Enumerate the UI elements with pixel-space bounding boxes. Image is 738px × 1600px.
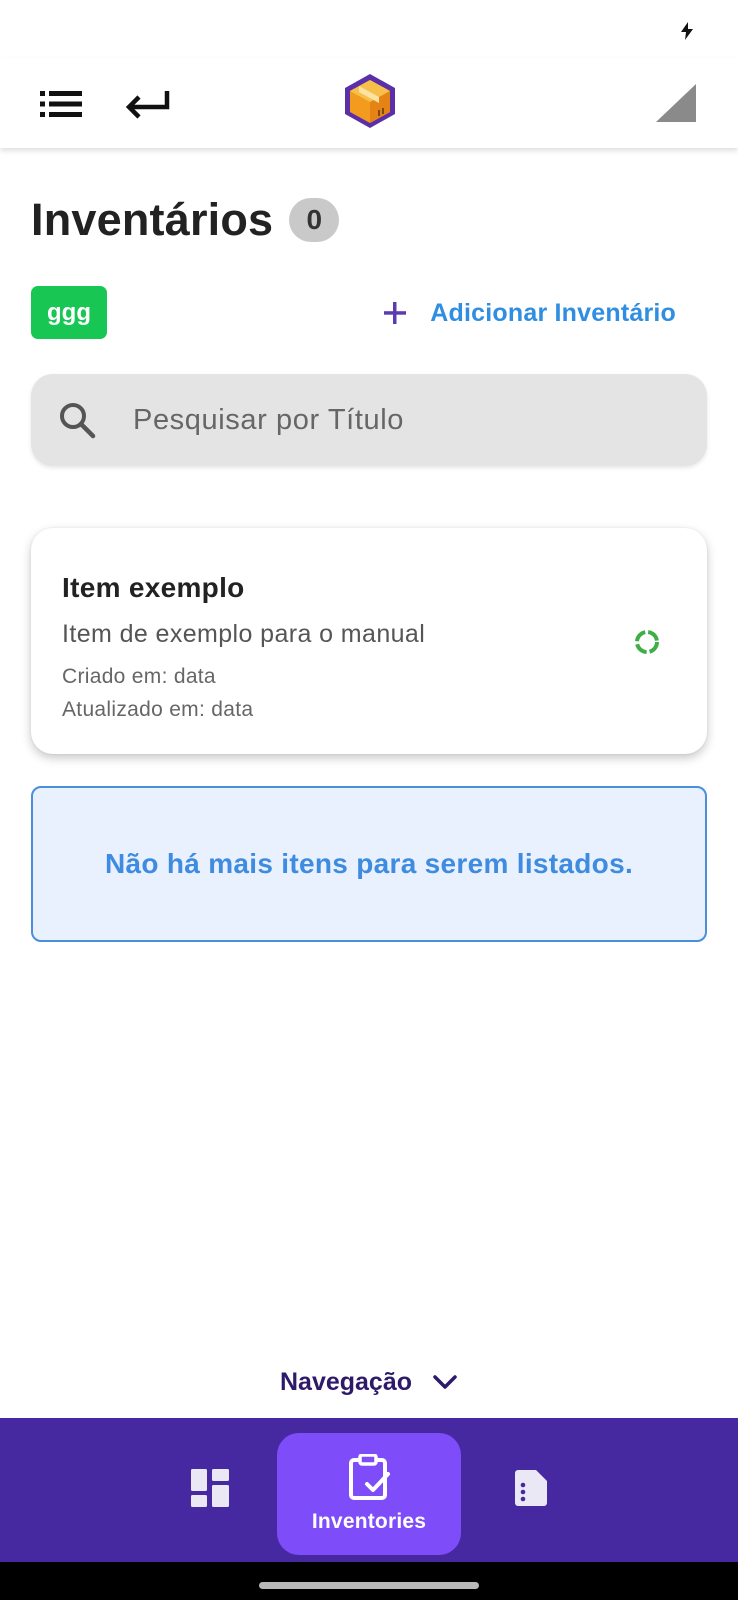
list-menu-icon xyxy=(40,91,82,117)
search-bar xyxy=(31,374,707,466)
add-inventory-label: Adicionar Inventário xyxy=(430,298,676,327)
charging-bolt-icon xyxy=(681,22,693,40)
back-button[interactable] xyxy=(122,80,174,128)
page-header: Inventários 0 xyxy=(31,190,340,250)
inventory-updated-date: Atualizado em: data xyxy=(62,698,254,721)
document-icon xyxy=(515,1470,547,1506)
search-icon xyxy=(60,403,96,439)
search-input[interactable] xyxy=(133,403,693,437)
page-title: Inventários xyxy=(31,194,274,245)
nav-item-documents[interactable] xyxy=(504,1462,556,1514)
add-inventory-button[interactable]: Adicionar Inventário xyxy=(380,290,676,336)
clipboard-check-icon xyxy=(349,1454,390,1500)
inventory-created-date: Criado em: data xyxy=(62,665,216,688)
empty-list-notice: Não há mais itens para serem listados. xyxy=(31,786,707,942)
status-bar xyxy=(0,0,738,58)
plus-icon xyxy=(384,302,407,324)
home-gesture-handle[interactable] xyxy=(259,1582,479,1589)
tag-chip[interactable]: ggg xyxy=(31,286,107,339)
inventory-title: Item exemplo xyxy=(62,572,245,603)
empty-list-message: Não há mais itens para serem listados. xyxy=(104,848,634,879)
inventory-card[interactable]: Item exemplo Item de exemplo para o manu… xyxy=(31,528,707,754)
return-arrow-icon xyxy=(125,91,170,119)
navigation-toggle[interactable]: Navegação xyxy=(0,1362,738,1402)
inventory-description: Item de exemplo para o manual xyxy=(62,620,426,648)
chevron-down-icon xyxy=(433,1375,457,1389)
loading-circle-icon xyxy=(635,630,659,654)
bottom-navigation: Inventories xyxy=(0,1418,738,1562)
navigation-toggle-label: Navegação xyxy=(279,1367,413,1396)
cell-signal-icon xyxy=(656,84,696,122)
nav-item-inventories[interactable]: Inventories xyxy=(277,1433,461,1555)
app-bar xyxy=(0,58,738,148)
nav-item-dashboard[interactable] xyxy=(184,1462,236,1514)
system-navigation-bar xyxy=(0,1562,738,1600)
menu-button[interactable] xyxy=(38,80,86,128)
dashboard-icon xyxy=(191,1469,229,1507)
nav-item-inventories-label: Inventories xyxy=(311,1510,427,1533)
package-box-logo xyxy=(345,74,395,128)
count-badge: 0 xyxy=(289,198,340,242)
